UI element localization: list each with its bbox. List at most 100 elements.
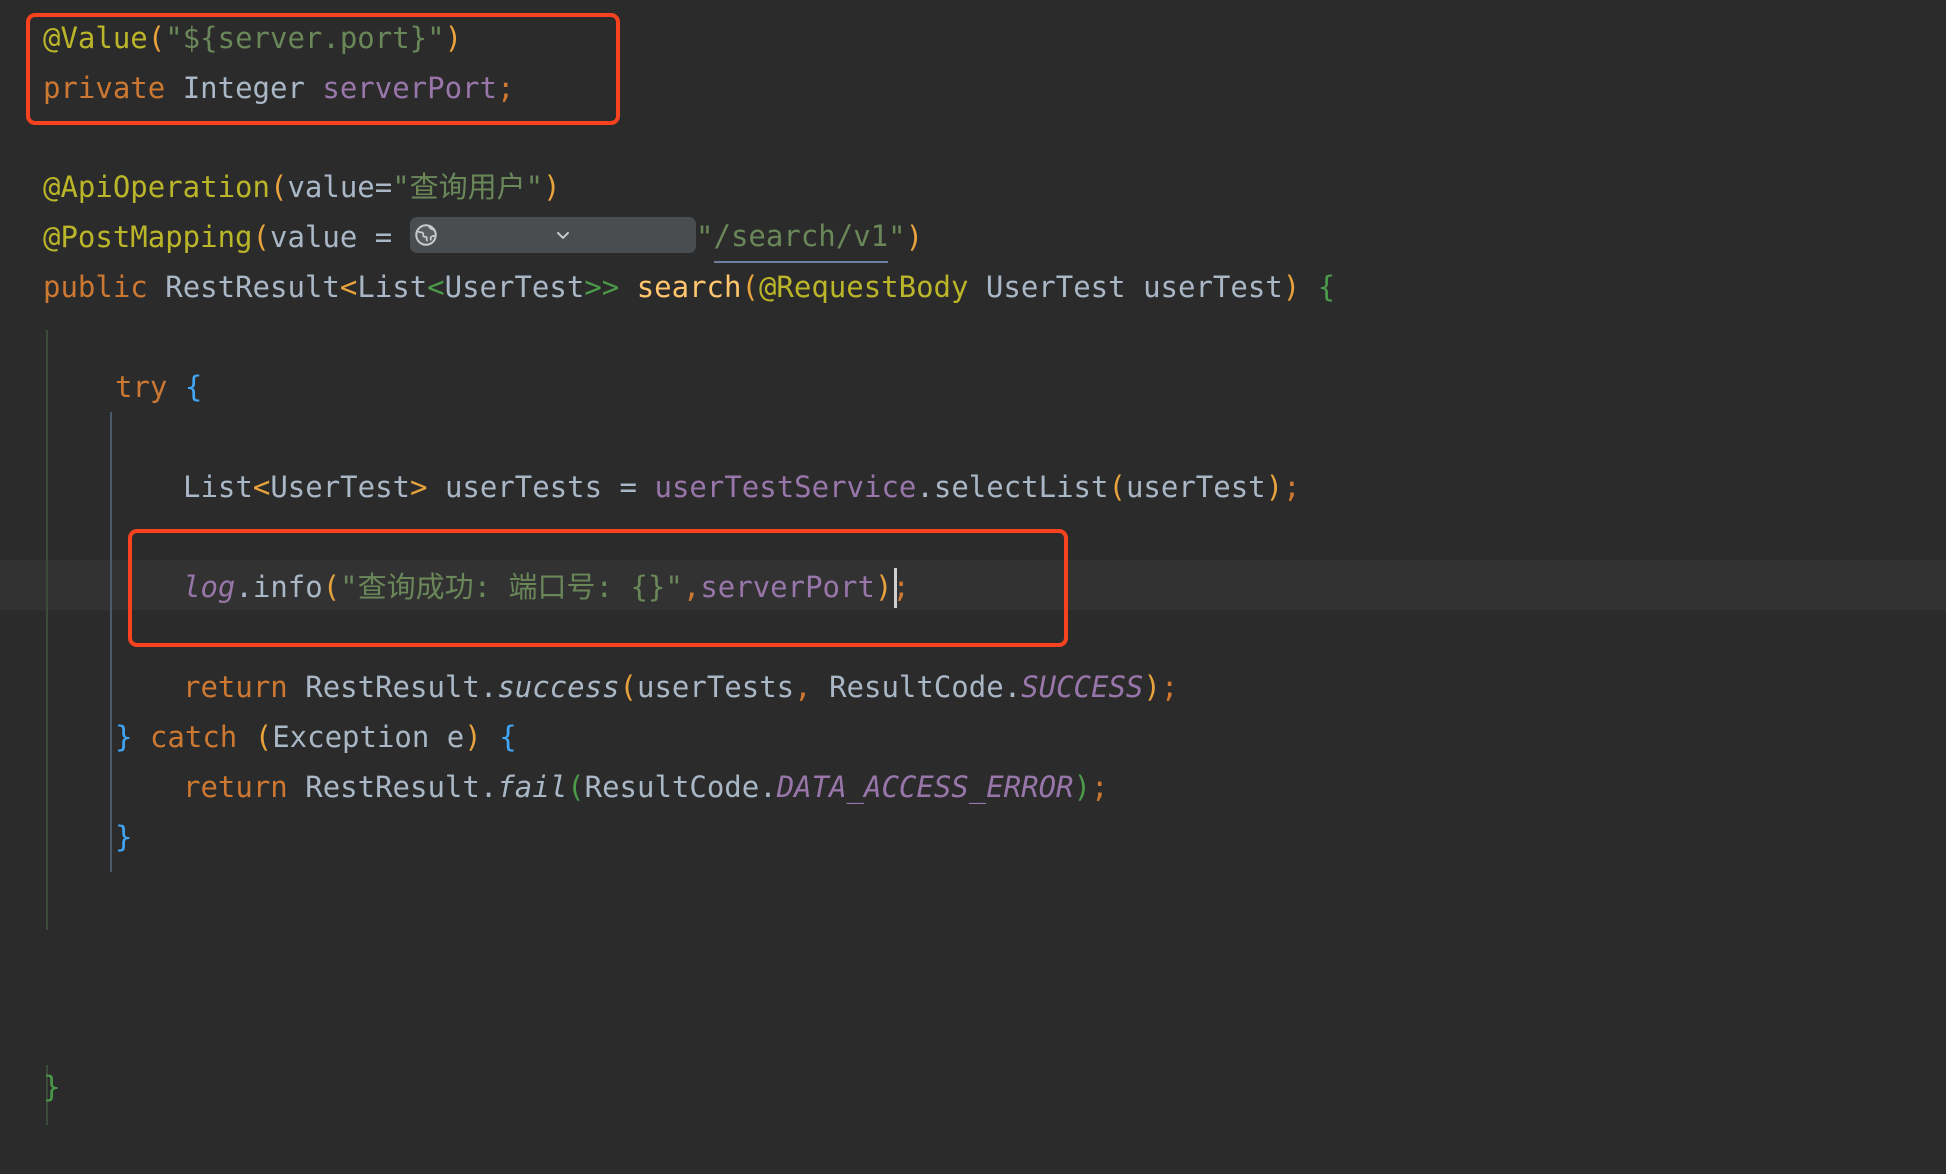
code-line-close-catch-block[interactable]: }: [115, 812, 132, 862]
annotation-value: @Value: [43, 21, 148, 55]
text-caret: [894, 568, 897, 608]
paren-close: ): [1265, 470, 1284, 504]
code-line-log-info[interactable]: log . info ( "查询成功: 端口号: {}" , serverPor…: [183, 562, 910, 612]
brace-open: {: [1317, 270, 1336, 304]
comma: ,: [682, 570, 701, 604]
type-restresult: RestResult: [305, 770, 480, 804]
generic-inner-open: <: [427, 270, 445, 304]
paren-close: ): [444, 21, 463, 55]
generic-close: >>: [584, 270, 620, 304]
semicolon: ;: [1090, 770, 1109, 804]
string-literal: "查询成功: 端口号: {}": [340, 570, 683, 604]
code-line-field-declaration[interactable]: private Integer serverPort ;: [43, 63, 514, 113]
dot: .: [916, 470, 934, 504]
paren-open: (: [147, 21, 166, 55]
keyword-try: try: [115, 370, 168, 404]
enum-resultcode: ResultCode: [829, 670, 1004, 704]
annotation-apioperation: @ApiOperation: [43, 170, 270, 204]
code-line-try[interactable]: try {: [115, 362, 202, 412]
method-name-search: search: [636, 270, 742, 304]
method-success: success: [497, 670, 620, 704]
keyword-return: return: [183, 670, 288, 704]
quote-close: ": [888, 220, 906, 254]
field-log: log: [183, 570, 236, 604]
brace-close: }: [115, 720, 133, 754]
brace-open: {: [499, 720, 517, 754]
type-list: List: [357, 270, 428, 304]
paren-close: ): [905, 220, 924, 254]
enum-value-data-access-error: DATA_ACCESS_ERROR: [776, 770, 1074, 804]
keyword-return: return: [183, 770, 288, 804]
code-line-return-fail[interactable]: return RestResult . fail ( ResultCode . …: [183, 762, 1108, 812]
argument-usertests: userTests: [637, 670, 795, 704]
type-usertest: UserTest: [270, 470, 410, 504]
field-usertestservice: userTestService: [654, 470, 917, 504]
paren-open: (: [619, 670, 637, 704]
keyword-public: public: [43, 270, 148, 304]
paren-open: (: [254, 720, 273, 754]
param-name: value =: [269, 220, 410, 254]
globe-icon[interactable]: [413, 122, 553, 348]
keyword-private: private: [43, 71, 166, 105]
generic-close: >: [410, 470, 428, 504]
operator-assign: =: [619, 470, 638, 504]
dot: .: [235, 570, 253, 604]
type-exception: Exception: [272, 720, 430, 754]
url-mapping-gutter-chip[interactable]: [409, 217, 697, 253]
paren-close: ): [874, 570, 893, 604]
brace-open: {: [184, 370, 203, 404]
code-line-close-method[interactable]: }: [43, 1062, 60, 1112]
indent-guide: [110, 762, 112, 862]
paren-open: (: [1108, 470, 1126, 504]
type-restresult: RestResult: [305, 670, 480, 704]
paren-close: ): [1282, 270, 1301, 304]
param-name-usertest: userTest: [1143, 270, 1283, 304]
annotation-postmapping: @PostMapping: [43, 220, 253, 254]
semicolon: ;: [496, 71, 515, 105]
brace-close: }: [115, 820, 133, 854]
paren-close: ): [1143, 670, 1161, 704]
chevron-down-icon[interactable]: [553, 125, 693, 345]
paren-open: (: [741, 270, 759, 304]
generic-open: <: [252, 470, 271, 504]
method-info: info: [252, 570, 323, 604]
method-fail: fail: [497, 770, 568, 804]
code-line-select-list[interactable]: List < UserTest > userTests = userTestSe…: [183, 462, 1301, 512]
comma: ,: [794, 670, 812, 704]
annotation-requestbody: @RequestBody: [758, 270, 969, 304]
paren-open: (: [322, 570, 341, 604]
code-editor[interactable]: @Value ( "${server.port}" ) private Inte…: [0, 0, 1946, 1174]
dot: .: [479, 670, 498, 704]
dot: .: [759, 770, 777, 804]
argument-serverport: serverPort: [700, 570, 875, 604]
enum-value-success: SUCCESS: [1021, 670, 1144, 704]
type-list: List: [183, 470, 253, 504]
exception-variable: e: [446, 720, 465, 754]
quote-open: ": [696, 220, 714, 254]
code-line-return-success[interactable]: return RestResult . success ( userTests …: [183, 662, 1178, 712]
string-literal: "${server.port}": [165, 21, 445, 55]
paren-open: (: [567, 770, 585, 804]
paren-close: ): [1073, 770, 1091, 804]
method-selectlist: selectList: [933, 470, 1109, 504]
paren-open: (: [269, 170, 288, 204]
param-name: value=: [287, 170, 393, 204]
semicolon: ;: [1160, 670, 1179, 704]
variable-usertests: userTests: [444, 470, 603, 504]
code-line-method-signature[interactable]: public RestResult < List < UserTest >> s…: [43, 262, 1335, 312]
type-restresult: RestResult: [165, 270, 340, 304]
param-type-usertest: UserTest: [985, 270, 1126, 304]
type-usertest: UserTest: [444, 270, 585, 304]
code-line-postmapping-annotation[interactable]: @PostMapping ( value = " /search/v1 " ): [43, 211, 924, 263]
indent-guide: [46, 330, 48, 930]
dot: .: [479, 770, 498, 804]
semicolon: ;: [1283, 470, 1301, 504]
code-line-value-annotation[interactable]: @Value ( "${server.port}" ): [43, 13, 462, 63]
type-integer: Integer: [182, 71, 305, 105]
field-serverport: serverPort: [322, 71, 497, 105]
paren-open: (: [252, 220, 270, 254]
code-line-catch[interactable]: } catch ( Exception e ) {: [115, 712, 517, 762]
url-mapping-link[interactable]: /search/v1: [713, 211, 889, 263]
paren-close: ): [464, 720, 482, 754]
enum-resultcode: ResultCode: [584, 770, 760, 804]
